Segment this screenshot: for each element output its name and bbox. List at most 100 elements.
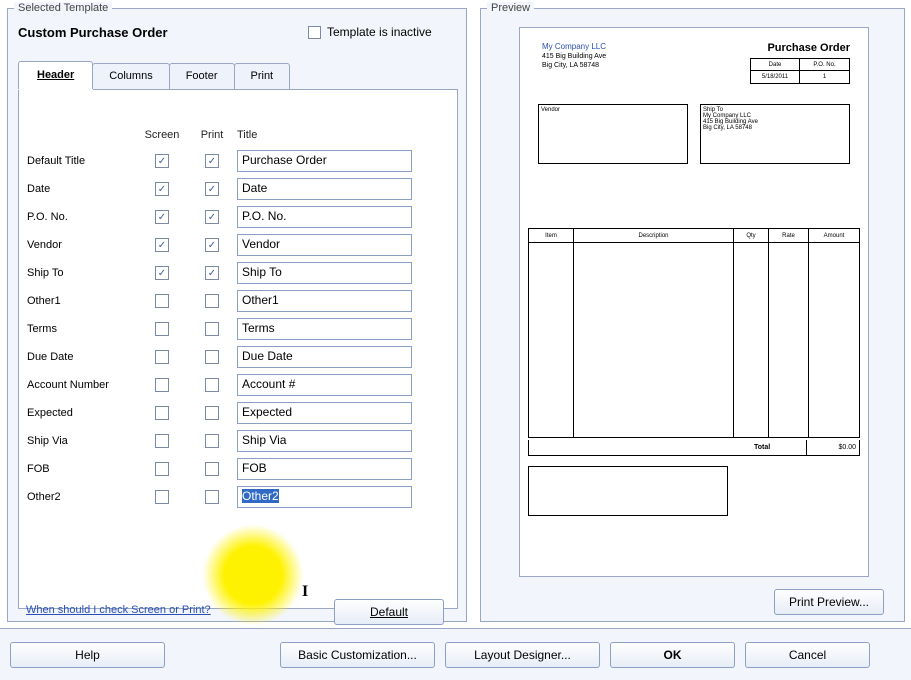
preview-th-rate: Rate xyxy=(769,229,809,242)
title-input[interactable]: Date xyxy=(237,178,412,200)
preview-legend: Preview xyxy=(487,2,534,14)
field-label: Ship To xyxy=(27,267,137,279)
tab-print[interactable]: Print xyxy=(234,63,291,89)
column-header-print: Print xyxy=(187,129,237,141)
preview-total-row: Total $0.00 xyxy=(528,440,860,456)
screen-checkbox[interactable] xyxy=(155,462,169,476)
screen-or-print-help-link[interactable]: When should I check Screen or Print? xyxy=(26,604,211,616)
template-inactive-label: Template is inactive xyxy=(327,25,432,39)
screen-checkbox[interactable] xyxy=(155,210,169,224)
column-header-title: Title xyxy=(237,129,442,141)
field-label: Terms xyxy=(27,323,137,335)
field-label: FOB xyxy=(27,463,137,475)
preview-th-desc: Description xyxy=(574,229,734,242)
attention-highlight xyxy=(202,524,304,626)
tab-columns[interactable]: Columns xyxy=(92,63,169,89)
screen-checkbox[interactable] xyxy=(155,350,169,364)
help-button[interactable]: Help xyxy=(10,642,165,668)
title-input[interactable]: Expected xyxy=(237,402,412,424)
title-input[interactable]: FOB xyxy=(237,458,412,480)
print-checkbox[interactable] xyxy=(205,490,219,504)
field-row: Terms Terms xyxy=(27,315,442,343)
field-label: P.O. No. xyxy=(27,211,137,223)
layout-designer-button[interactable]: Layout Designer... xyxy=(445,642,600,668)
print-checkbox[interactable] xyxy=(205,294,219,308)
print-checkbox[interactable] xyxy=(205,238,219,252)
title-input[interactable]: Account # xyxy=(237,374,412,396)
preview-memo-box xyxy=(528,466,728,516)
preview-doc-title: Purchase Order xyxy=(767,42,850,54)
screen-checkbox[interactable] xyxy=(155,154,169,168)
title-input[interactable]: Other1 xyxy=(237,290,412,312)
title-input[interactable]: Vendor xyxy=(237,234,412,256)
field-row: FOB FOB xyxy=(27,455,442,483)
print-checkbox[interactable] xyxy=(205,406,219,420)
ok-button[interactable]: OK xyxy=(610,642,735,668)
template-inactive-row[interactable]: Template is inactive xyxy=(308,25,432,39)
field-label: Other1 xyxy=(27,295,137,307)
field-label: Date xyxy=(27,183,137,195)
preview-th-amount: Amount xyxy=(809,229,859,242)
field-row: Other1 Other1 xyxy=(27,287,442,315)
title-input[interactable]: P.O. No. xyxy=(237,206,412,228)
screen-checkbox[interactable] xyxy=(155,378,169,392)
print-checkbox[interactable] xyxy=(205,322,219,336)
field-row: Due Date Due Date xyxy=(27,343,442,371)
print-checkbox[interactable] xyxy=(205,266,219,280)
preview-vendor-box: Vendor xyxy=(538,104,688,164)
print-checkbox[interactable] xyxy=(205,210,219,224)
preview-page: My Company LLC 415 Big Building Ave Big … xyxy=(519,27,869,577)
field-row: Vendor Vendor xyxy=(27,231,442,259)
field-label: Other2 xyxy=(27,491,137,503)
field-label: Default Title xyxy=(27,155,137,167)
title-input[interactable]: Purchase Order xyxy=(237,150,412,172)
field-row: Default Title Purchase Order xyxy=(27,147,442,175)
screen-checkbox[interactable] xyxy=(155,406,169,420)
dialog-button-bar: Help Basic Customization... Layout Desig… xyxy=(0,628,911,680)
field-label: Expected xyxy=(27,407,137,419)
field-row: Expected Expected xyxy=(27,399,442,427)
field-row: Date Date xyxy=(27,175,442,203)
screen-checkbox[interactable] xyxy=(155,266,169,280)
field-label: Ship Via xyxy=(27,435,137,447)
screen-checkbox[interactable] xyxy=(155,238,169,252)
screen-checkbox[interactable] xyxy=(155,490,169,504)
basic-customization-button[interactable]: Basic Customization... xyxy=(280,642,435,668)
print-checkbox[interactable] xyxy=(205,462,219,476)
title-input[interactable]: Terms xyxy=(237,318,412,340)
tab-content-header: Screen Print Title Default Title Purchase… xyxy=(18,89,458,609)
print-checkbox[interactable] xyxy=(205,434,219,448)
field-row: Ship Via Ship Via xyxy=(27,427,442,455)
template-name: Custom Purchase Order xyxy=(18,25,168,40)
field-label: Vendor xyxy=(27,239,137,251)
screen-checkbox[interactable] xyxy=(155,182,169,196)
screen-checkbox[interactable] xyxy=(155,322,169,336)
preview-line-items-table: Item Description Qty Rate Amount xyxy=(528,228,860,438)
column-header-screen: Screen xyxy=(137,129,187,141)
print-checkbox[interactable] xyxy=(205,378,219,392)
screen-checkbox[interactable] xyxy=(155,294,169,308)
print-checkbox[interactable] xyxy=(205,350,219,364)
text-cursor-icon: I xyxy=(302,583,308,601)
cancel-button[interactable]: Cancel xyxy=(745,642,870,668)
preview-fieldset: Preview My Company LLC 415 Big Building … xyxy=(480,8,905,622)
title-input[interactable]: Other2 xyxy=(237,486,412,508)
title-input[interactable]: Due Date xyxy=(237,346,412,368)
screen-checkbox[interactable] xyxy=(155,434,169,448)
preview-date-pono-box: Date P.O. No. 5/18/2011 1 xyxy=(750,58,850,84)
print-checkbox[interactable] xyxy=(205,182,219,196)
print-checkbox[interactable] xyxy=(205,154,219,168)
preview-company-address: 415 Big Building Ave Big City, LA 58748 xyxy=(542,52,606,70)
tab-header[interactable]: Header xyxy=(18,61,93,89)
tab-footer[interactable]: Footer xyxy=(169,63,235,89)
preview-company-name: My Company LLC xyxy=(542,42,606,51)
field-row: Other2 Other2 xyxy=(27,483,442,511)
title-input[interactable]: Ship To xyxy=(237,262,412,284)
title-input[interactable]: Ship Via xyxy=(237,430,412,452)
field-row: Account NumberAccount # xyxy=(27,371,442,399)
preview-th-item: Item xyxy=(529,229,574,242)
print-preview-button[interactable]: Print Preview... xyxy=(774,589,884,615)
field-label: Due Date xyxy=(27,351,137,363)
template-inactive-checkbox[interactable] xyxy=(308,26,321,39)
default-button[interactable]: Default xyxy=(334,599,444,625)
